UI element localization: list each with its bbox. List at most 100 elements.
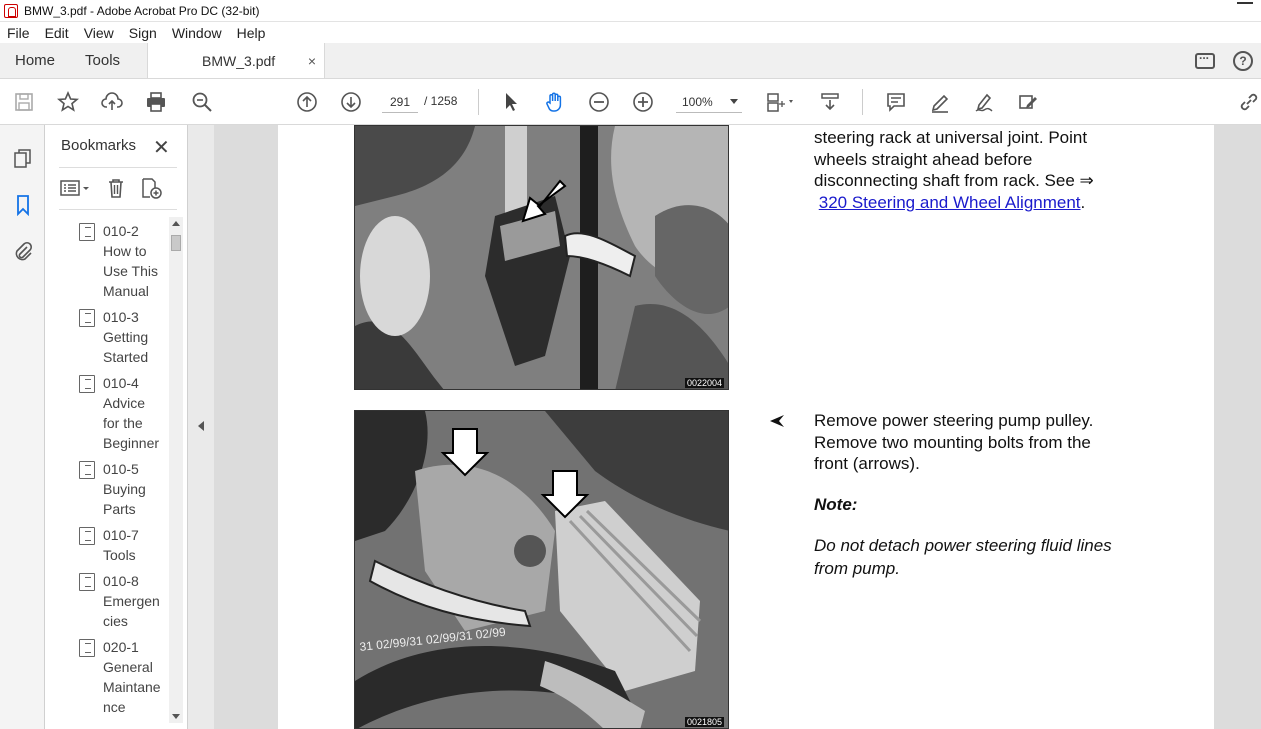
menu-help[interactable]: Help (230, 25, 274, 41)
navigation-rail (0, 125, 45, 729)
scroll-up-icon[interactable] (172, 221, 180, 226)
chevron-left-icon (198, 421, 204, 431)
bookmark-tree-icon (79, 527, 95, 545)
menu-bar: File Edit View Sign Window Help (0, 22, 1261, 43)
star-icon[interactable] (56, 90, 80, 114)
save-icon[interactable] (12, 90, 36, 114)
tab-document-label: BMW_3.pdf (202, 52, 276, 69)
scroll-down-icon[interactable] (172, 714, 180, 719)
hand-tool-icon[interactable] (543, 90, 567, 114)
menu-view[interactable]: View (77, 25, 122, 41)
paperclip-icon[interactable] (11, 239, 35, 263)
bookmarks-scrollbar[interactable] (169, 217, 183, 723)
instruction-line: Remove power steering pump pulley. (814, 411, 1094, 430)
bookmark-label: 010-3 Getting Started (103, 309, 149, 365)
bookmark-item[interactable]: 010-5 Buying Parts (75, 459, 169, 519)
toolbar-divider (478, 89, 479, 115)
bookmark-tree-icon (79, 309, 95, 327)
cross-reference-link[interactable]: 320 Steering and Wheel Alignment (819, 193, 1081, 212)
zoom-level-value: 100% (682, 94, 713, 109)
divider (59, 167, 177, 168)
share-link-icon[interactable] (1237, 90, 1261, 114)
highlight-pen-icon[interactable] (928, 90, 952, 114)
instruction-line: wheels straight ahead before (814, 149, 1033, 169)
scrollbar-thumb[interactable] (171, 235, 181, 251)
bookmark-label: 010-7 Tools (103, 527, 139, 563)
tab-home[interactable]: Home (0, 43, 70, 78)
note-line: from pump. (814, 558, 900, 578)
steering-shaft-illustration (355, 126, 728, 389)
tab-document[interactable]: BMW_3.pdf × (147, 43, 326, 78)
bookmark-tree-icon (79, 461, 95, 479)
menu-sign[interactable]: Sign (122, 25, 165, 41)
upload-cloud-icon[interactable] (100, 90, 124, 114)
add-comment-icon[interactable] (884, 90, 908, 114)
new-bookmark-icon[interactable] (139, 177, 163, 202)
bookmarks-toolbar (59, 175, 163, 203)
steering-shaft-photo: 0022004 (354, 125, 729, 390)
instruction-line: front (arrows). (814, 454, 920, 473)
page-layout-icon[interactable] (764, 90, 800, 114)
close-icon[interactable]: ✕ (153, 135, 170, 160)
bookmarks-title: Bookmarks (61, 137, 137, 154)
instruction-text-2: Remove power steering pump pulley. Remov… (814, 410, 1194, 475)
page-total: / 1258 (424, 94, 458, 108)
instruction-line: Remove two mounting bolts from the (814, 432, 1091, 452)
sentence-end: . (1080, 192, 1086, 212)
bookmark-label: 010-8 Emergen cies (103, 573, 160, 629)
trash-icon[interactable] (105, 177, 127, 202)
minimize-button[interactable] (1237, 2, 1253, 16)
bookmark-item[interactable]: 010-8 Emergen cies (75, 571, 169, 631)
bookmarks-panel: Bookmarks ✕ 010-2 How to Use This Manual… (45, 125, 188, 729)
print-icon[interactable] (144, 90, 168, 114)
tab-row: Home Tools BMW_3.pdf × ? (0, 43, 1261, 79)
next-page-icon[interactable] (339, 90, 363, 114)
comment-icon[interactable] (1195, 48, 1215, 69)
bookmark-label: 020-1 General Maintane nce (103, 639, 161, 715)
bookmark-item[interactable]: 020-1 General Maintane nce (75, 637, 169, 717)
note-line: Do not detach power steering fluid lines (814, 536, 1112, 555)
help-icon[interactable]: ? (1233, 50, 1253, 71)
zoom-level-dropdown[interactable]: 100% (676, 91, 742, 113)
bookmark-options-icon[interactable] (59, 177, 93, 202)
bookmark-item[interactable]: 010-2 How to Use This Manual (75, 221, 169, 301)
note-text: Do not detach power steering fluid lines… (814, 535, 1174, 580)
bookmark-tree-icon (79, 375, 95, 393)
tab-tools[interactable]: Tools (70, 43, 135, 78)
bookmark-item[interactable]: 010-3 Getting Started (75, 307, 169, 367)
redact-icon[interactable] (1016, 90, 1040, 114)
zoom-in-icon[interactable] (631, 90, 655, 114)
figure-code: 0022004 (684, 378, 724, 388)
bookmark-label: 010-2 How to Use This Manual (103, 223, 158, 299)
page-number-input[interactable] (382, 91, 418, 113)
divider (59, 209, 177, 210)
instruction-line: disconnecting shaft from rack. See ⇒ (814, 171, 1094, 190)
bookmark-list: 010-2 How to Use This Manual 010-3 Getti… (75, 221, 169, 721)
instruction-line: steering rack at universal joint. Point (814, 128, 1088, 147)
panel-collapse-handle[interactable] (188, 125, 214, 729)
chevron-down-icon (730, 99, 738, 104)
draw-sign-icon[interactable] (972, 90, 996, 114)
acrobat-logo-icon (4, 3, 18, 18)
main-toolbar: / 1258 100% (0, 79, 1261, 125)
step-pointer-icon (769, 413, 785, 429)
zoom-out-icon[interactable] (587, 90, 611, 114)
select-cursor-icon[interactable] (499, 90, 523, 114)
window-title: BMW_3.pdf - Adobe Acrobat Pro DC (32-bit… (24, 3, 260, 18)
bookmark-item[interactable]: 010-4 Advice for the Beginner (75, 373, 169, 453)
bookmark-item[interactable]: 010-7 Tools (75, 525, 169, 565)
figure-code: 0021805 (684, 717, 724, 727)
toolbar-divider (862, 89, 863, 115)
previous-page-icon[interactable] (295, 90, 319, 114)
tab-close-icon[interactable]: × (308, 53, 316, 69)
menu-window[interactable]: Window (165, 25, 230, 41)
scroll-mode-icon[interactable] (818, 90, 842, 114)
instruction-text-1: steering rack at universal joint. Point … (814, 127, 1194, 213)
title-bar: BMW_3.pdf - Adobe Acrobat Pro DC (32-bit… (0, 0, 1261, 22)
page-thumbnails-icon[interactable] (11, 147, 35, 171)
bookmark-ribbon-icon[interactable] (11, 193, 35, 217)
zoom-search-icon[interactable] (190, 90, 214, 114)
bookmark-label: 010-5 Buying Parts (103, 461, 146, 517)
menu-edit[interactable]: Edit (38, 25, 77, 41)
menu-file[interactable]: File (0, 25, 38, 41)
